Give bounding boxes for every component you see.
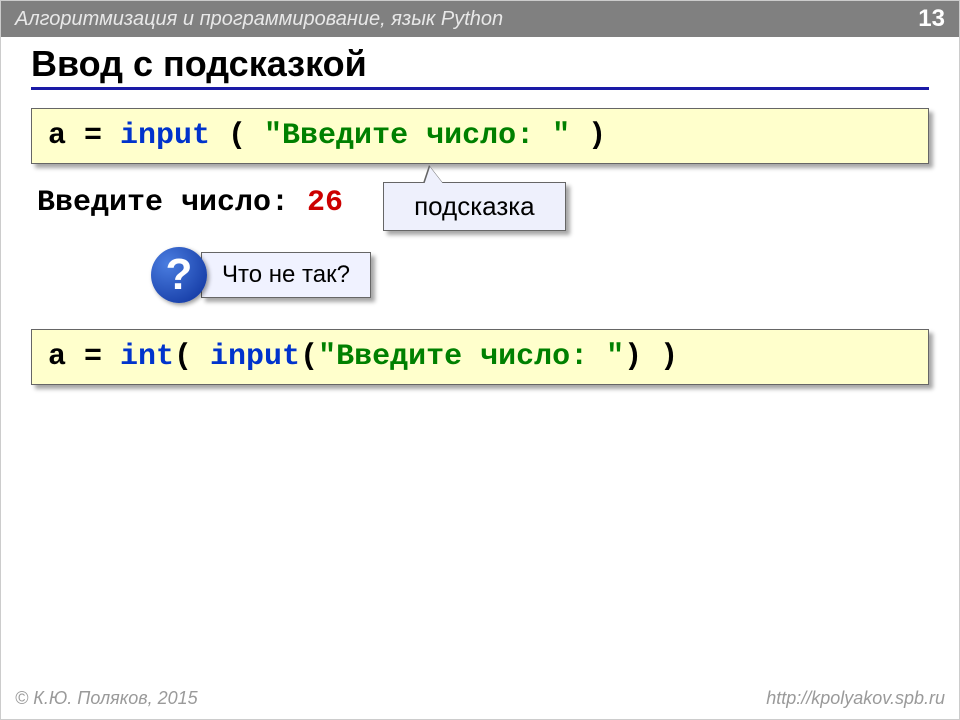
footer-url: http://kpolyakov.spb.ru bbox=[766, 688, 945, 709]
code-string: "Введите число: " bbox=[264, 119, 570, 153]
footer-copyright: © К.Ю. Поляков, 2015 bbox=[15, 688, 198, 709]
code-string: "Введите число: " bbox=[318, 340, 624, 374]
code-text: ( bbox=[174, 340, 210, 374]
question-mark-icon: ? bbox=[151, 247, 207, 303]
code-text: ( bbox=[300, 340, 318, 374]
header-bar: Алгоритмизация и программирование, язык … bbox=[1, 1, 959, 37]
code-text: a = bbox=[48, 340, 120, 374]
code-keyword-input: input bbox=[120, 119, 210, 153]
code-text: ( bbox=[210, 119, 264, 153]
code-text: ) ) bbox=[624, 340, 678, 374]
question-box: Что не так? bbox=[201, 252, 371, 298]
hint-label: подсказка bbox=[414, 191, 535, 221]
example-output: Введите число: 26 bbox=[31, 186, 343, 220]
question-row: ? Что не так? bbox=[151, 247, 929, 303]
code-keyword-input: input bbox=[210, 340, 300, 374]
question-text: Что не так? bbox=[222, 261, 350, 288]
slide-content: Ввод с подсказкой a = input ( "Введите ч… bbox=[1, 37, 959, 680]
code-block-2: a = int( input("Введите число: ") ) bbox=[31, 329, 929, 385]
example-prompt: Введите число: bbox=[37, 186, 307, 220]
code-text: ) bbox=[570, 119, 606, 153]
code-text: a = bbox=[48, 119, 120, 153]
example-row: Введите число: 26 подсказка bbox=[31, 186, 929, 231]
footer-bar: © К.Ю. Поляков, 2015 http://kpolyakov.sp… bbox=[1, 680, 959, 719]
course-title: Алгоритмизация и программирование, язык … bbox=[15, 8, 503, 31]
page-number: 13 bbox=[918, 5, 945, 33]
hint-callout: подсказка bbox=[383, 182, 566, 231]
code-block-1: a = input ( "Введите число: " ) bbox=[31, 108, 929, 164]
slide-title: Ввод с подсказкой bbox=[31, 43, 929, 90]
example-value: 26 bbox=[307, 186, 343, 220]
code-keyword-int: int bbox=[120, 340, 174, 374]
